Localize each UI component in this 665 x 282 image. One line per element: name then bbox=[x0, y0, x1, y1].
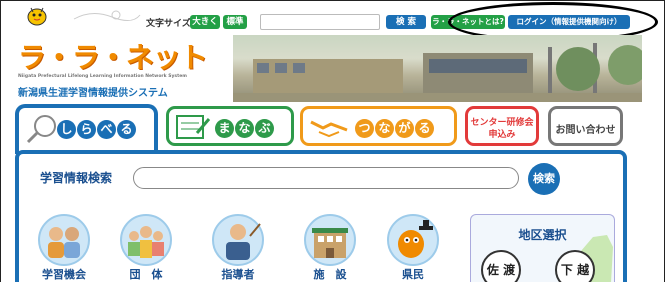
logo-subtitle-en: Niigata Prefectural Lifelong Learning In… bbox=[18, 74, 187, 79]
logo-subtitle-ja: 新潟県生涯学習情報提供システム bbox=[18, 88, 168, 99]
site-search-input[interactable] bbox=[260, 14, 380, 30]
font-large-button[interactable]: 大きく bbox=[190, 15, 220, 29]
search-section-title: 学習情報検索 bbox=[40, 171, 113, 185]
category-citizen-icon[interactable] bbox=[387, 214, 439, 266]
tab-shiraberu[interactable]: しらべる bbox=[15, 104, 158, 154]
learning-search-button[interactable]: 検索 bbox=[528, 163, 560, 195]
tab-center-seminar[interactable]: センター研修会 申込み bbox=[465, 106, 539, 146]
header-photo bbox=[233, 35, 642, 102]
tab-tsunagaru-label: つながる bbox=[355, 117, 435, 138]
decorative-swirl-icon bbox=[72, 8, 142, 22]
handshake-icon bbox=[309, 114, 349, 144]
tab-manabu-label: まなぶ bbox=[215, 117, 275, 138]
category-learning-icon[interactable] bbox=[38, 214, 90, 266]
region-kaetsu-button[interactable]: 下 越 bbox=[555, 250, 595, 282]
site-logo[interactable]: ラ・ラ・ネット bbox=[18, 36, 208, 76]
font-standard-button[interactable]: 標準 bbox=[223, 15, 247, 29]
category-group-icon[interactable] bbox=[120, 214, 172, 266]
learning-search-button-label: 検索 bbox=[533, 172, 555, 185]
learning-search-input[interactable] bbox=[133, 167, 519, 189]
category-facility-icon[interactable] bbox=[304, 214, 356, 266]
tab-center-seminar-line2: 申込み bbox=[488, 130, 516, 140]
notebook-icon bbox=[175, 113, 211, 145]
mascot-icon bbox=[22, 4, 52, 26]
category-learning-label[interactable]: 学習機会 bbox=[32, 266, 96, 282]
category-instructor-label[interactable]: 指導者 bbox=[206, 266, 270, 282]
category-group-label[interactable]: 団 体 bbox=[114, 266, 178, 282]
tab-tsunagaru[interactable]: つながる bbox=[300, 106, 457, 146]
site-search-button[interactable]: 検 索 bbox=[386, 15, 426, 29]
tab-shiraberu-label: しらべる bbox=[57, 118, 137, 139]
region-sado-button[interactable]: 佐 渡 bbox=[481, 250, 521, 282]
region-title: 地区選択 bbox=[518, 228, 567, 242]
category-facility-label[interactable]: 施 設 bbox=[298, 266, 362, 282]
tab-manabu[interactable]: まなぶ bbox=[166, 106, 294, 146]
category-citizen-label[interactable]: 県民 bbox=[381, 266, 445, 282]
category-instructor-icon[interactable] bbox=[212, 214, 264, 266]
tab-contact-label: お問い合わせ bbox=[555, 125, 616, 136]
magnifier-icon bbox=[25, 114, 59, 148]
tab-contact[interactable]: お問い合わせ bbox=[548, 106, 623, 146]
font-size-label: 文字サイズ bbox=[146, 19, 191, 29]
